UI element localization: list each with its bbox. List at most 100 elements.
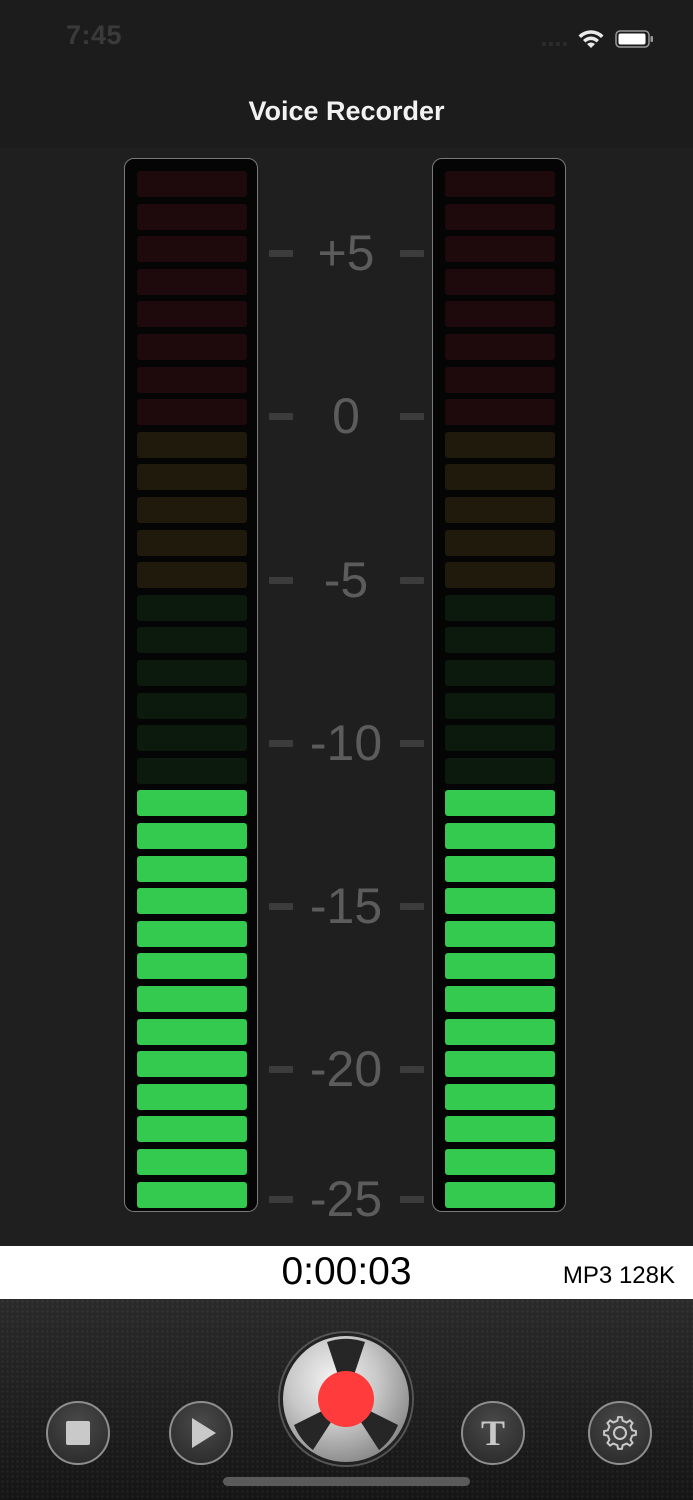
scale-tick xyxy=(400,413,424,420)
status-bar: 7:45 xyxy=(0,0,693,76)
level-meter-left xyxy=(124,158,258,1212)
battery-icon xyxy=(615,30,653,48)
meter-segment xyxy=(445,1116,555,1143)
meter-segment xyxy=(445,529,555,556)
meter-segment xyxy=(445,562,555,589)
meter-segment xyxy=(137,1181,247,1208)
meter-segment xyxy=(445,725,555,752)
meter-segment xyxy=(137,627,247,654)
scale-tick xyxy=(400,577,424,584)
record-icon xyxy=(294,1338,398,1450)
scale-tick xyxy=(269,740,293,747)
status-time: 7:45 xyxy=(66,20,123,50)
meter-segment xyxy=(445,823,555,849)
meter-segment xyxy=(445,236,555,263)
scale-tick xyxy=(269,903,293,910)
meter-segment xyxy=(445,920,555,947)
meter-segment xyxy=(137,529,247,556)
scale-tick xyxy=(400,903,424,910)
page-title: Voice Recorder xyxy=(248,96,445,126)
play-button[interactable] xyxy=(169,1401,233,1465)
meter-segment xyxy=(137,823,247,849)
meter-segment xyxy=(445,1018,555,1045)
meter-segment xyxy=(137,725,247,752)
record-button[interactable] xyxy=(280,1333,412,1465)
info-bar: 0:00:03 MP3 128K xyxy=(0,1246,693,1299)
scale-tick xyxy=(400,250,424,257)
format-label: MP3 128K xyxy=(562,1262,675,1289)
meter-segment xyxy=(137,236,247,263)
meter-segment xyxy=(137,594,247,621)
meter-segment xyxy=(137,399,247,426)
meter-segment xyxy=(445,399,555,426)
meter-segment xyxy=(445,334,555,360)
meter-segment xyxy=(445,1149,555,1175)
scale-tick xyxy=(269,413,293,420)
meter-segment xyxy=(137,790,247,817)
meter-segment xyxy=(445,1051,555,1078)
meter-segment xyxy=(445,497,555,523)
meter-segment xyxy=(445,660,555,686)
nav-bar: Voice Recorder xyxy=(0,76,693,148)
meter-segment xyxy=(445,888,555,915)
meter-segment xyxy=(137,464,247,491)
meter-segment xyxy=(137,953,247,980)
scale-label: 0 xyxy=(332,388,360,444)
scale-tick xyxy=(269,250,293,257)
meter-segment xyxy=(137,366,247,393)
text-button[interactable]: T xyxy=(461,1401,525,1465)
meter-segment xyxy=(137,334,247,360)
meter-segment xyxy=(137,301,247,328)
meter-segment xyxy=(445,594,555,621)
meter-segment xyxy=(445,366,555,393)
meter-segment xyxy=(137,1051,247,1078)
meter-segment xyxy=(445,1083,555,1110)
meter-segment xyxy=(445,1181,555,1208)
scale-tick xyxy=(269,577,293,584)
scale-tick xyxy=(400,1066,424,1073)
signal-icon xyxy=(542,32,567,46)
scale-tick xyxy=(400,740,424,747)
meter-segment xyxy=(445,464,555,491)
meter-segment xyxy=(137,692,247,719)
meter-segment xyxy=(445,953,555,980)
meter-segment xyxy=(137,757,247,784)
level-meter-right xyxy=(432,158,566,1212)
scale-tick xyxy=(269,1196,293,1203)
gear-icon xyxy=(603,1416,637,1450)
meter-segment xyxy=(445,203,555,230)
meter-segment xyxy=(445,855,555,882)
wifi-icon xyxy=(578,30,604,48)
stop-button[interactable] xyxy=(46,1401,110,1465)
meter-segment xyxy=(137,1018,247,1045)
settings-button[interactable] xyxy=(588,1401,652,1465)
meter-segment xyxy=(137,1149,247,1175)
meter-segment xyxy=(137,920,247,947)
meter-segment xyxy=(137,1116,247,1143)
scale-label: -25 xyxy=(309,1171,383,1227)
meter-segment xyxy=(137,203,247,230)
meter-segment xyxy=(137,171,247,197)
meter-segment xyxy=(445,790,555,817)
scale-label: -5 xyxy=(323,552,369,608)
meter-segment xyxy=(445,268,555,295)
meter-segment xyxy=(445,986,555,1012)
meter-segment xyxy=(137,986,247,1012)
scale-tick xyxy=(400,1196,424,1203)
scale-label: -20 xyxy=(309,1041,383,1097)
play-icon xyxy=(192,1418,216,1448)
meter-segment xyxy=(445,431,555,458)
meter-segment xyxy=(137,431,247,458)
scale-label: -10 xyxy=(309,715,383,771)
meter-segment xyxy=(445,757,555,784)
meter-segment xyxy=(445,301,555,328)
scale-tick xyxy=(269,1066,293,1073)
meter-segment xyxy=(445,627,555,654)
status-icons xyxy=(542,24,655,54)
stop-icon xyxy=(66,1421,90,1445)
meter-segment xyxy=(137,1083,247,1110)
meter-segment xyxy=(137,855,247,882)
scale-label: +5 xyxy=(317,225,375,281)
meter-segment xyxy=(445,692,555,719)
meter-segment xyxy=(137,660,247,686)
